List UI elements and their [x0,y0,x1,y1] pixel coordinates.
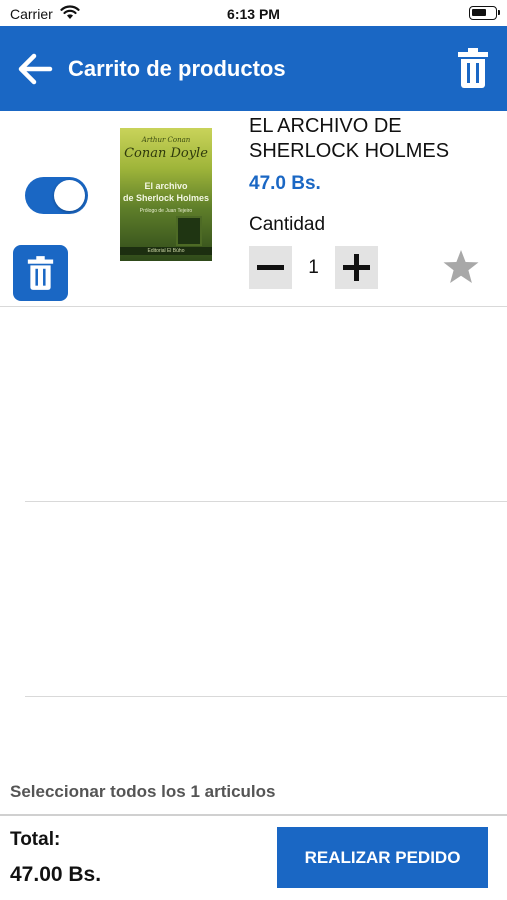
trash-icon[interactable] [457,48,489,88]
trash-icon [27,256,54,290]
quantity-decrease-button[interactable] [249,246,292,289]
battery-icon [469,6,500,20]
total-label: Total: [10,829,61,850]
cover-publisher: Editorial El Búho [147,248,185,254]
quantity-increase-button[interactable] [335,246,378,289]
select-all-label[interactable]: Seleccionar todos los 1 articulos [10,782,275,802]
cart-item: Arthur Conan Conan Doyle El archivo de S… [0,111,507,306]
arrow-left-icon[interactable] [16,51,54,87]
page-title: Carrito de productos [68,56,286,81]
list-divider [25,501,507,502]
list-divider [0,306,507,307]
cover-title-line2: de Sherlock Holmes [122,193,210,203]
cover-author-small: Arthur Conan [141,136,191,144]
quantity-label: Cantidad [249,214,326,235]
select-item-toggle[interactable] [25,177,88,214]
product-title: EL ARCHIVO DE SHERLOCK HOLMES [249,115,450,162]
star-icon[interactable] [442,249,480,285]
status-bar: Carrier 6:13 PM [0,0,507,26]
app-bar: Carrito de productos [0,26,507,111]
toggle-knob [54,180,85,211]
book-cover-image: Arthur Conan Conan Doyle El archivo de S… [120,128,212,261]
quantity-value: 1 [308,257,319,278]
total-value: 47.00 Bs. [10,863,102,886]
delete-item-button[interactable] [13,245,68,301]
place-order-button[interactable]: REALIZAR PEDIDO [277,827,488,888]
clock: 6:13 PM [227,6,280,22]
list-divider [25,696,507,697]
cover-title-line1: El archivo [144,181,188,191]
cover-illustration [176,216,202,246]
checkout-footer: Total: 47.00 Bs. REALIZAR PEDIDO [0,814,507,900]
product-price: 47.0 Bs. [249,173,321,194]
cover-author: Conan Doyle [124,146,208,161]
cover-title: El archivo de Sherlock Holmes [120,180,212,204]
cover-subtitle: Prólogo de Juan Tejeiro [139,208,193,214]
